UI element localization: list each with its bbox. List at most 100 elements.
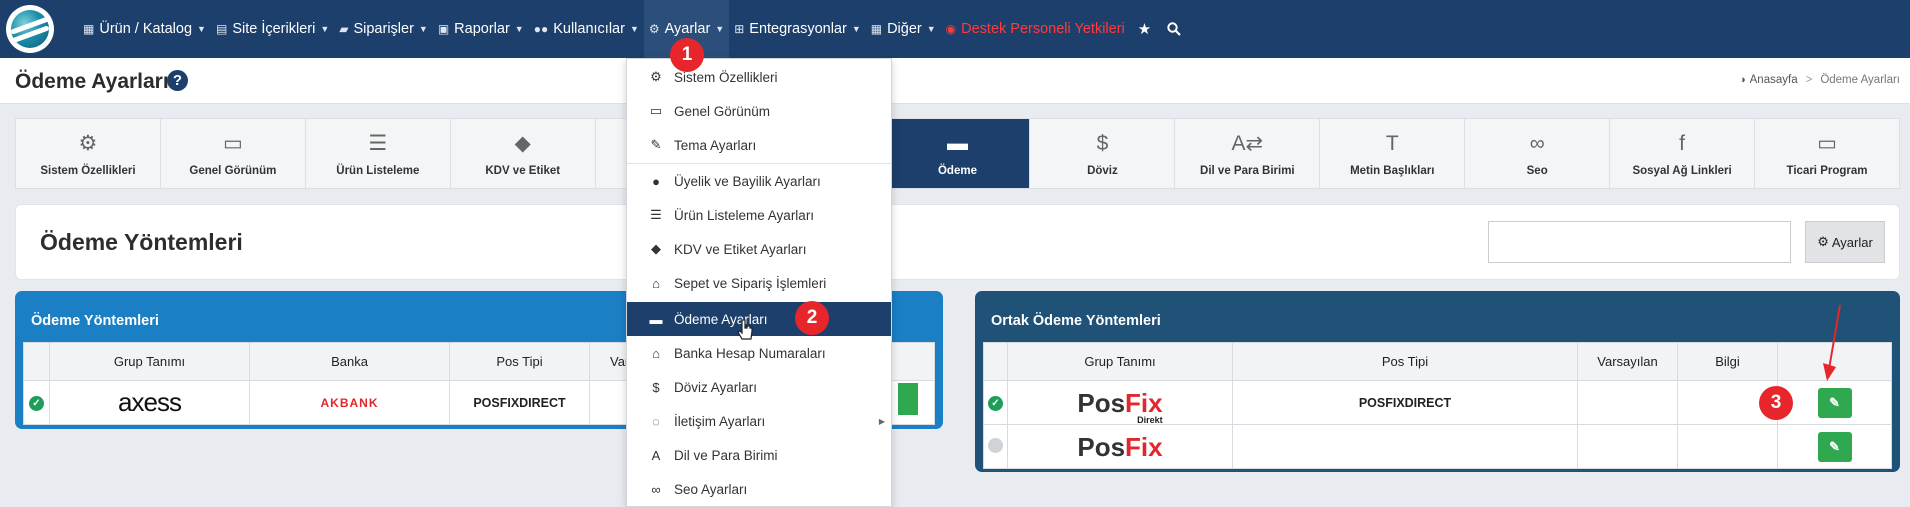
nav-label: Diğer bbox=[887, 21, 922, 37]
column-header: Grup Tanımı bbox=[1007, 342, 1233, 381]
text-height-icon: T bbox=[1385, 131, 1399, 155]
column-header bbox=[983, 342, 1008, 381]
caret-down-icon: ▼ bbox=[197, 24, 206, 34]
menu-item-label: Genel Görünüm bbox=[674, 103, 771, 119]
nav-item-urun-katalog[interactable]: ▦ Ürün / Katalog ▼ bbox=[78, 0, 211, 58]
pos-type-cell: POSFIXDIRECT bbox=[449, 380, 590, 425]
section-title: Ödeme Yöntemleri bbox=[40, 229, 243, 255]
language-icon: A bbox=[651, 447, 661, 463]
breadcrumb-home[interactable]: Anasayfa bbox=[1750, 74, 1798, 86]
tab-metin-basliklari[interactable]: T Metin Başlıkları bbox=[1320, 119, 1466, 188]
tab-genel-gorunum[interactable]: ▭ Genel Görünüm bbox=[161, 119, 306, 188]
caret-down-icon: ▼ bbox=[851, 24, 861, 34]
menu-item-uyelik-bayilik[interactable]: ● Üyelik ve Bayilik Ayarları bbox=[627, 164, 891, 198]
star-icon[interactable]: ★ bbox=[1130, 0, 1159, 58]
menu-item-iletisim-ayarlari[interactable]: ◌ İletişim Ayarları ▶ bbox=[627, 404, 891, 438]
nav-item-diger[interactable]: ▦ Diğer ▼ bbox=[866, 0, 941, 58]
tab-odeme[interactable]: ▬ Ödeme bbox=[885, 119, 1031, 188]
step-badge-2: 2 bbox=[795, 301, 829, 335]
menu-item-seo-ayarlari[interactable]: ∞ Seo Ayarları bbox=[627, 472, 891, 506]
column-header: Varsayılan bbox=[1577, 342, 1678, 381]
settings-tabs: ⚙ Sistem Özellikleri ▭ Genel Görünüm ☰ Ürün… bbox=[15, 118, 1900, 189]
nav-item-destek-personeli[interactable]: ◉ Destek Personeli Yetkileri bbox=[941, 0, 1130, 58]
check-circle-icon: ✓ bbox=[29, 395, 44, 411]
top-navbar: ▦ Ürün / Katalog ▼ ▤ Site İçerikleri ▼ ▰ Sipa… bbox=[0, 0, 1910, 58]
caret-down-icon: ▼ bbox=[418, 24, 428, 34]
tab-sosyal-ag[interactable]: f Sosyal Ağ Linkleri bbox=[1610, 119, 1756, 188]
posfix-logo: PosFix bbox=[1077, 434, 1162, 460]
logo-part: Pos bbox=[1077, 431, 1126, 462]
akbank-logo: AKBANK bbox=[320, 395, 379, 410]
breadcrumb-current: Ödeme Ayarları bbox=[1820, 74, 1900, 86]
nav-label: Destek Personeli Yetkileri bbox=[961, 21, 1125, 37]
menu-item-dil-para[interactable]: A Dil ve Para Birimi bbox=[627, 438, 891, 472]
settings-button[interactable]: ⚙ Ayarlar bbox=[1805, 221, 1885, 263]
edit-button[interactable] bbox=[898, 383, 918, 415]
search-input[interactable] bbox=[1488, 221, 1791, 263]
default-cell bbox=[1577, 380, 1678, 425]
gears-icon: ⚙ bbox=[78, 131, 98, 155]
caret-down-icon: ▼ bbox=[514, 24, 524, 34]
group-cell: PosFix Direkt bbox=[1007, 380, 1233, 425]
tab-label: Ödeme bbox=[937, 164, 977, 177]
step-badge-3: 3 bbox=[1759, 386, 1793, 420]
column-header: Grup Tanımı bbox=[49, 342, 250, 381]
dollar-icon: $ bbox=[1096, 131, 1109, 155]
card-icon: ▬ bbox=[946, 131, 968, 155]
brush-icon: ✎ bbox=[650, 137, 662, 152]
menu-item-urun-listeleme[interactable]: ☰ Ürün Listeleme Ayarları bbox=[627, 198, 891, 232]
nav-label: Site İçerikleri bbox=[232, 21, 316, 37]
nav-item-siparisler[interactable]: ▰ Siparişler ▼ bbox=[334, 0, 433, 58]
menu-item-sepet-siparis[interactable]: ⌂ Sepet ve Sipariş İşlemleri bbox=[627, 266, 891, 300]
tab-kdv-etiket[interactable]: ◆ KDV ve Etiket bbox=[451, 119, 596, 188]
tab-doviz[interactable]: $ Döviz bbox=[1030, 119, 1176, 188]
tab-seo[interactable]: ∞ Seo bbox=[1465, 119, 1611, 188]
menu-item-kdv-etiket[interactable]: ◆ KDV ve Etiket Ayarları bbox=[627, 232, 891, 266]
tab-label: Sistem Özellikleri bbox=[40, 164, 136, 177]
dollar-icon: $ bbox=[652, 379, 660, 395]
link-icon: ∞ bbox=[651, 481, 661, 497]
menu-item-genel-gorunum[interactable]: ▭ Genel Görünüm bbox=[627, 94, 891, 128]
bank-cell: AKBANK bbox=[249, 380, 450, 425]
nav-item-raporlar[interactable]: ▣ Raporlar ▼ bbox=[433, 0, 529, 58]
logo-sub: Direkt bbox=[1137, 414, 1163, 425]
caret-down-icon: ▼ bbox=[629, 24, 639, 34]
table-row[interactable]: ✓ PosFix Direkt POSFIXDIRECT ✎ bbox=[983, 380, 1892, 425]
step-badge-1: 1 bbox=[670, 38, 704, 72]
column-header bbox=[23, 342, 50, 381]
tab-sistem-ozellikleri[interactable]: ⚙ Sistem Özellikleri bbox=[16, 119, 161, 188]
nav-item-kullanicilar[interactable]: ●● Kullanıcılar ▼ bbox=[529, 0, 644, 58]
tab-dil-para-birimi[interactable]: A⇄ Dil ve Para Birimi bbox=[1175, 119, 1321, 188]
boxes-icon: ▦ bbox=[83, 22, 95, 36]
search-icon[interactable] bbox=[1159, 0, 1189, 58]
nav-item-entegrasyonlar[interactable]: ⊞ Entegrasyonlar ▼ bbox=[729, 0, 866, 58]
column-header: Bilgi bbox=[1677, 342, 1778, 381]
menu-item-tema-ayarlari[interactable]: ✎ Tema Ayarları bbox=[627, 128, 891, 162]
ayarlar-dropdown-menu: ⚙ Sistem Özellikleri ▭ Genel Görünüm ✎ Tema… bbox=[626, 58, 892, 507]
help-icon[interactable]: ? bbox=[167, 70, 188, 91]
nav-item-site-icerikleri[interactable]: ▤ Site İçerikleri ▼ bbox=[211, 0, 334, 58]
menu-item-label: Ürün Listeleme Ayarları bbox=[674, 207, 815, 223]
menu-item-sistem-ozellikleri[interactable]: ⚙ Sistem Özellikleri bbox=[627, 60, 891, 94]
pencil-icon: ✎ bbox=[1829, 394, 1840, 410]
menu-item-doviz-ayarlari[interactable]: $ Döviz Ayarları bbox=[627, 370, 891, 404]
menu-item-banka-hesap[interactable]: ⌂ Banka Hesap Numaraları bbox=[627, 336, 891, 370]
edit-button[interactable]: ✎ bbox=[1817, 431, 1852, 462]
tab-urun-listeleme[interactable]: ☰ Ürün Listeleme bbox=[306, 119, 451, 188]
nav-label: Ürün / Katalog bbox=[99, 21, 193, 37]
table-header-row: Grup Tanımı Pos Tipi Varsayılan Bilgi bbox=[983, 342, 1892, 381]
check-circle-icon: ✓ bbox=[988, 395, 1003, 411]
tab-ticari-program[interactable]: ▭ Ticari Program bbox=[1755, 119, 1899, 188]
table-row[interactable]: PosFix ✎ bbox=[983, 424, 1892, 469]
users-icon: ●● bbox=[533, 22, 549, 36]
edit-button[interactable]: ✎ bbox=[1817, 387, 1852, 418]
nav-label: Entegrasyonlar bbox=[749, 21, 847, 37]
main-nav: ▦ Ürün / Katalog ▼ ▤ Site İçerikleri ▼ ▰ Sipa… bbox=[78, 0, 1189, 58]
brand-logo[interactable] bbox=[6, 5, 54, 53]
group-cell: PosFix bbox=[1007, 424, 1233, 469]
column-header: Banka bbox=[249, 342, 450, 381]
menu-item-odeme-ayarlari[interactable]: ▬ Ödeme Ayarları bbox=[627, 302, 891, 336]
nav-label: Ayarlar bbox=[664, 21, 711, 37]
link-icon: ∞ bbox=[1529, 131, 1545, 155]
logo-part: Fix bbox=[1125, 431, 1163, 462]
